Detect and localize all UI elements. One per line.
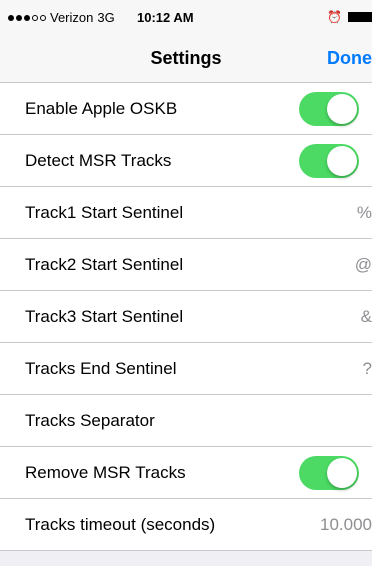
done-button[interactable]: Done: [327, 48, 372, 69]
row-track1-start-sentinel[interactable]: Track1 Start Sentinel %: [0, 187, 372, 239]
row-enable-apple-oskb: Enable Apple OSKB: [0, 83, 372, 135]
row-track2-start-sentinel[interactable]: Track2 Start Sentinel @: [0, 239, 372, 291]
remove-msr-tracks-toggle[interactable]: [299, 456, 359, 490]
toggle-knob: [327, 146, 357, 176]
row-label: Track3 Start Sentinel: [25, 306, 184, 326]
row-value: 10.000: [320, 514, 372, 534]
page-title: Settings: [150, 48, 222, 68]
toggle-knob: [327, 458, 357, 488]
detect-msr-tracks-toggle[interactable]: [299, 144, 359, 178]
row-value: ?: [362, 358, 372, 378]
signal-strength-icon: [8, 14, 46, 21]
row-remove-msr-tracks: Remove MSR Tracks: [0, 447, 372, 499]
row-label: Tracks Separator: [25, 410, 155, 430]
enable-apple-oskb-toggle[interactable]: [299, 92, 359, 126]
settings-list: Enable Apple OSKB Detect MSR Tracks Trac…: [0, 83, 372, 551]
alarm-icon: ⏰: [327, 10, 342, 24]
carrier-name: Verizon: [50, 10, 94, 25]
row-track3-start-sentinel[interactable]: Track3 Start Sentinel &: [0, 291, 372, 343]
battery-icon: [348, 12, 372, 22]
row-label: Tracks timeout (seconds): [25, 514, 216, 534]
network-type: 3G: [97, 10, 115, 25]
row-value: &: [360, 306, 372, 326]
status-time: 10:12 AM: [137, 10, 194, 25]
row-value: @: [354, 254, 372, 274]
row-tracks-separator[interactable]: Tracks Separator: [0, 395, 372, 447]
row-label: Enable Apple OSKB: [25, 98, 178, 118]
row-tracks-end-sentinel[interactable]: Tracks End Sentinel ?: [0, 343, 372, 395]
row-value: %: [356, 202, 372, 222]
status-bar: Verizon 3G 10:12 AM ⏰: [0, 0, 372, 40]
row-label: Track1 Start Sentinel: [25, 202, 184, 222]
toggle-knob: [327, 94, 357, 124]
row-label: Detect MSR Tracks: [25, 150, 172, 170]
row-detect-msr-tracks: Detect MSR Tracks: [0, 135, 372, 187]
status-left: Verizon 3G: [8, 10, 115, 25]
navigation-bar: Settings Done: [0, 40, 372, 83]
row-label: Track2 Start Sentinel: [25, 254, 184, 274]
row-label: Tracks End Sentinel: [25, 358, 177, 378]
row-label: Remove MSR Tracks: [25, 462, 186, 482]
status-right: ⏰: [327, 10, 372, 24]
row-tracks-timeout[interactable]: Tracks timeout (seconds) 10.000: [0, 499, 372, 551]
